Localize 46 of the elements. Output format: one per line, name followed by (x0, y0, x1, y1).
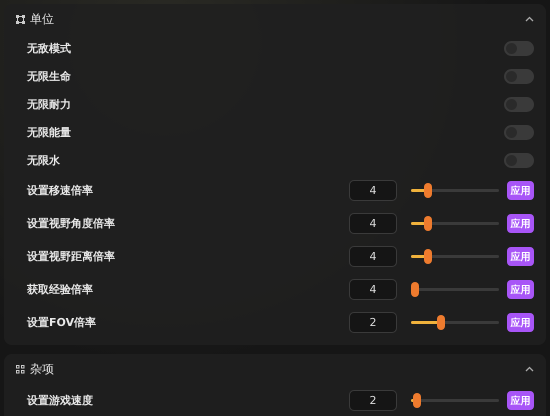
apply-button[interactable]: 应用 (507, 247, 534, 266)
toggle-switch[interactable] (504, 124, 534, 140)
grid-icon (16, 364, 25, 374)
slider-thumb[interactable] (412, 393, 421, 408)
slider-thumb[interactable] (424, 183, 432, 198)
value-field[interactable]: 2 (349, 312, 397, 333)
slider[interactable] (411, 282, 499, 297)
apply-button[interactable]: 应用 (507, 313, 534, 332)
value-field[interactable]: 4 (349, 279, 397, 300)
value-field[interactable]: 2 (349, 390, 397, 411)
setting-label: 无限耐力 (27, 96, 72, 112)
nodes-icon (16, 14, 25, 24)
apply-button[interactable]: 应用 (507, 280, 534, 299)
setting-label: 设置视野角度倍率 (27, 216, 116, 231)
apply-button[interactable]: 应用 (507, 214, 534, 233)
setting-label: 无限生命 (27, 68, 72, 84)
setting-label: 无敌模式 (27, 40, 72, 56)
setting-label: 设置游戏速度 (27, 393, 94, 408)
setting-label: 无限水 (27, 152, 61, 168)
slider[interactable] (411, 315, 499, 330)
setting-label: 设置FOV倍率 (27, 315, 98, 330)
section-title: 单位 (30, 10, 55, 28)
value-field[interactable]: 4 (349, 246, 397, 267)
setting-label: 设置移速倍率 (27, 183, 94, 198)
section-title: 杂项 (30, 360, 55, 378)
apply-button[interactable]: 应用 (507, 391, 534, 410)
slider-thumb[interactable] (424, 249, 432, 264)
slider[interactable] (411, 393, 499, 408)
setting-label: 无限能量 (27, 124, 72, 140)
chevron-icon[interactable] (525, 16, 534, 22)
toggle-switch[interactable] (504, 68, 534, 84)
slider[interactable] (411, 249, 499, 264)
setting-label: 获取经验倍率 (27, 282, 94, 297)
slider[interactable] (411, 183, 499, 198)
value-field[interactable]: 4 (349, 213, 397, 234)
toggle-switch[interactable] (504, 96, 534, 112)
toggle-switch[interactable] (504, 40, 534, 56)
slider-thumb[interactable] (424, 216, 432, 231)
slider-thumb[interactable] (411, 282, 419, 297)
slider[interactable] (411, 216, 499, 231)
value-field[interactable]: 4 (349, 180, 397, 201)
setting-label: 设置视野距离倍率 (27, 249, 116, 264)
chevron-icon[interactable] (525, 366, 534, 372)
slider-thumb[interactable] (437, 315, 446, 330)
toggle-switch[interactable] (504, 152, 534, 168)
apply-button[interactable]: 应用 (507, 181, 534, 200)
